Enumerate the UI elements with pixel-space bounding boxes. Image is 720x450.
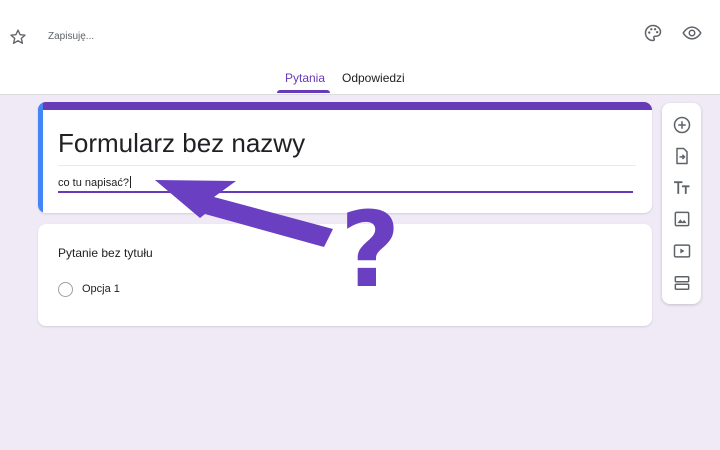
- add-title-icon[interactable]: [672, 178, 692, 198]
- radio-button[interactable]: [58, 282, 73, 297]
- star-icon[interactable]: [9, 28, 27, 46]
- add-image-icon[interactable]: [672, 209, 692, 229]
- add-section-icon[interactable]: [672, 273, 692, 293]
- save-status: Zapisuję...: [48, 31, 95, 42]
- eye-icon[interactable]: [681, 23, 703, 43]
- title-divider: [58, 165, 636, 166]
- top-bar: Zapisuję... Pytania Odpowiedzi: [0, 0, 720, 95]
- form-description-text: co tu napisać?: [58, 177, 129, 189]
- option-label[interactable]: Opcja 1: [82, 283, 120, 295]
- form-description-input[interactable]: co tu napisać?: [58, 176, 131, 189]
- tab-responses[interactable]: Odpowiedzi: [342, 71, 405, 85]
- palette-icon[interactable]: [643, 23, 663, 43]
- focus-indicator: [38, 102, 43, 213]
- question-card[interactable]: Pytanie bez tytułu Opcja 1: [38, 224, 652, 326]
- text-cursor: [129, 176, 131, 188]
- add-question-icon[interactable]: [672, 115, 692, 135]
- add-video-icon[interactable]: [672, 241, 692, 261]
- active-tab-indicator: [277, 90, 330, 93]
- accent-strip: [38, 102, 652, 110]
- form-title-input[interactable]: Formularz bez nazwy: [58, 128, 305, 159]
- side-toolbar: [662, 103, 701, 304]
- question-title[interactable]: Pytanie bez tytułu: [58, 246, 153, 260]
- description-underline: [58, 191, 633, 193]
- tab-questions[interactable]: Pytania: [285, 71, 325, 85]
- import-questions-icon[interactable]: [672, 146, 692, 166]
